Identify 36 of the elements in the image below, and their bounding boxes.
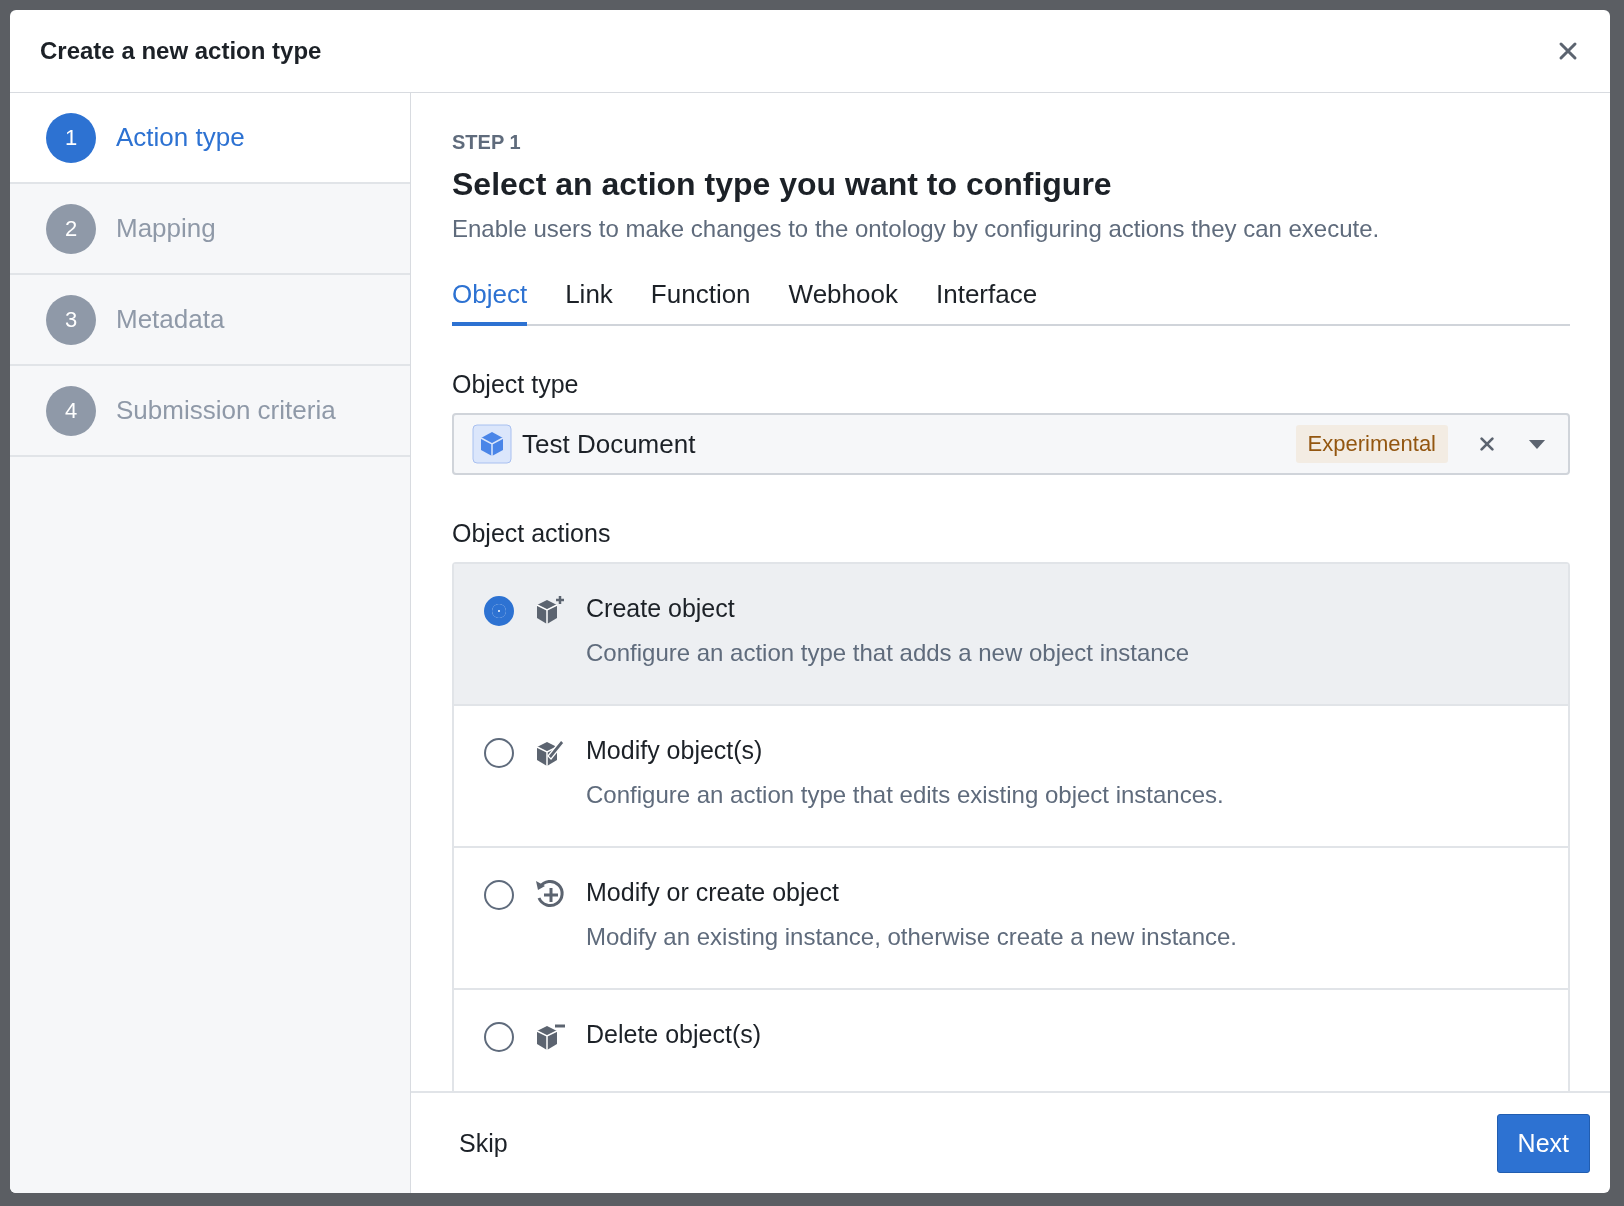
radio-button[interactable] [484, 880, 514, 910]
clear-icon[interactable] [1478, 435, 1496, 453]
tab[interactable]: Interface [935, 279, 1038, 326]
cube-plus-icon [534, 594, 566, 626]
tab[interactable]: Link [565, 279, 613, 326]
close-icon[interactable] [1558, 41, 1578, 61]
next-button[interactable]: Next [1496, 1113, 1590, 1173]
subheading: Enable users to make changes to the ontology by configuring actions they can execute. [452, 215, 1381, 243]
radio-button[interactable] [484, 596, 514, 626]
option-description: Configure an action type that adds a new object instance [586, 639, 1190, 667]
tab[interactable]: Object [452, 279, 528, 326]
option-title: Delete object(s) [586, 1020, 762, 1049]
option-title: Create object [586, 594, 736, 623]
action-option[interactable]: Modify or create object Modify an existing instance, otherwise create a new instance. [454, 848, 1568, 990]
dialog-title: Create a new action type [40, 37, 322, 65]
option-title: Modify object(s) [586, 736, 764, 765]
circle-plus-arrow-icon [534, 878, 566, 910]
option-description: Configure an action type that edits existing object instances. [586, 781, 1224, 809]
option-description: Modify an existing instance, otherwise create a new instance. [586, 923, 1237, 951]
caret-icon[interactable] [1528, 438, 1546, 450]
step-label: STEP 1 [452, 131, 522, 154]
field-label: Object actions [452, 519, 612, 548]
option-title: Modify or create object [586, 878, 840, 907]
radio-button[interactable] [484, 738, 514, 768]
cube-icon [472, 424, 512, 464]
object-type-select[interactable]: Test Document Experimental [452, 413, 1570, 475]
radio-button[interactable] [484, 1022, 514, 1052]
skip-button[interactable]: Skip [451, 1120, 516, 1166]
tab[interactable]: Webhook [788, 279, 898, 326]
experimental-tag: Experimental [1295, 425, 1448, 463]
tab[interactable]: Function [650, 279, 751, 326]
action-option[interactable]: Create object Configure an action type that adds a new object instance [454, 564, 1568, 706]
field-label: Object type [452, 370, 580, 399]
heading: Select an action type you want to configure [452, 166, 1113, 203]
action-option[interactable]: Modify object(s) Configure an action type that edits existing object instances. [454, 706, 1568, 848]
step-item[interactable]: 1 Action type [10, 93, 410, 184]
